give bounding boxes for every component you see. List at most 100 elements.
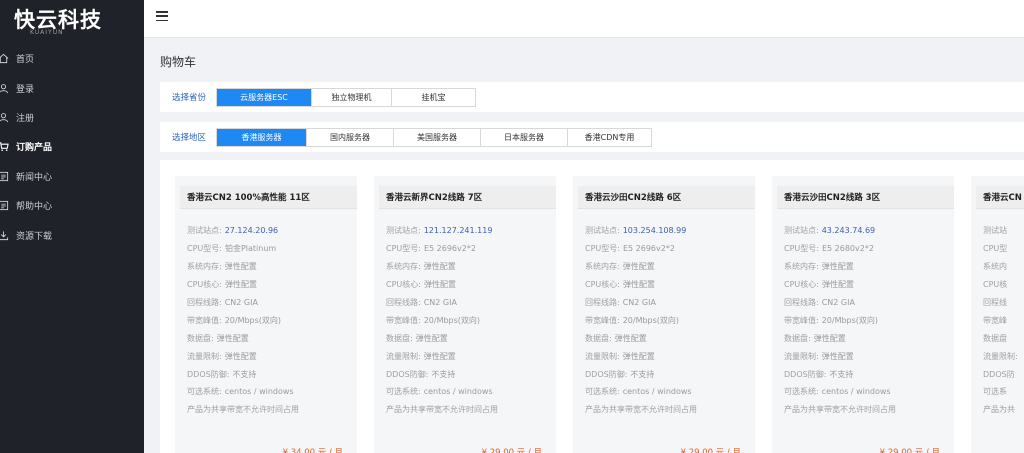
spec-value: centos / windows	[821, 387, 891, 397]
spec-key: 系统内存:	[784, 262, 819, 272]
spec-value: E5 2680v2*2	[821, 244, 874, 254]
area-option-japan[interactable]: 日本服务器	[480, 128, 568, 146]
area-option-domestic[interactable]: 国内服务器	[306, 128, 394, 146]
spec-value: 不支持	[431, 369, 456, 379]
spec-value: 弹性配置	[813, 333, 846, 343]
spec-row: 流量限制: 弹性配置	[585, 347, 755, 365]
region-filter: 选择省份 云服务器ESC 独立物理机 挂机宝	[160, 82, 1024, 112]
sidebar-item-register[interactable]: 注册	[0, 103, 144, 132]
spec-row: CPU型	[983, 240, 1024, 258]
product-card[interactable]: 香港云沙田CN2线路 6区测试站点: 103.254.108.99 CPU型号: E5…	[573, 176, 755, 453]
sidebar-item-downloads[interactable]: 资源下载	[0, 220, 144, 249]
sidebar-item-label: 新闻中心	[16, 172, 53, 183]
product-price[interactable]: ¥ 34.00 元 / 月	[283, 446, 343, 453]
area-option-hongkong[interactable]: 香港服务器	[217, 128, 307, 146]
product-title: 香港云CN2 100%高性能 11区	[180, 186, 357, 208]
area-filter: 选择地区 香港服务器 国内服务器 美国服务器 日本服务器 香港CDN专用	[160, 122, 1024, 152]
home-icon	[0, 53, 14, 64]
spec-key: CPU型号:	[386, 244, 421, 254]
product-card[interactable]: 香港云CN2 100%高性能 11区测试站点: 27.124.20.96 CPU型号…	[175, 176, 357, 453]
product-price[interactable]: ¥ 29.00 元 / 月	[681, 446, 741, 453]
region-option-hosting[interactable]: 挂机宝	[391, 88, 476, 106]
spec-value: 弹性配置	[423, 262, 456, 272]
test-site-ip[interactable]: 43.243.74.69	[822, 226, 875, 235]
area-option-hk-cdn[interactable]: 香港CDN专用	[567, 128, 652, 146]
spec-row: 流量限制:	[983, 347, 1024, 365]
spec-value: 弹性配置	[415, 333, 448, 343]
spec-row: CPU核心: 弹性配置	[585, 276, 755, 294]
spec-value: CN2 GIA	[423, 298, 457, 307]
spec-key: CPU型号:	[187, 244, 222, 254]
product-title: 香港云沙田CN2线路 6区	[578, 186, 755, 208]
page-title: 购物车	[160, 55, 197, 69]
top-bar	[144, 0, 1024, 38]
spec-row: 可选系统: centos / windows	[386, 383, 556, 401]
region-option-dedicated[interactable]: 独立物理机	[311, 88, 392, 106]
spec-row: 可选系统: centos / windows	[585, 383, 755, 401]
hamburger-icon[interactable]	[156, 10, 168, 22]
spec-key: 流量限制:	[784, 351, 819, 361]
product-title: 香港云新界CN2线路 7区	[379, 186, 556, 208]
spec-key: 带宽峰	[983, 315, 1007, 325]
product-card[interactable]: 香港云CN 测试站 CPU型 系统内 CPU核 回程线 带宽峰 数据盘 流量限制: DDOS防 可选…	[971, 176, 1024, 453]
product-specs: 测试站点: 103.254.108.99 CPU型号: E5 2696v2*2 系统内存…	[573, 222, 755, 419]
product-card[interactable]: 香港云沙田CN2线路 3区 测试站点: 43.243.74.69 CPU型号: E5 2…	[772, 176, 954, 453]
spec-value: 不支持	[232, 369, 257, 379]
spec-row: 系统内存: 弹性配置	[784, 258, 954, 276]
user-icon	[0, 112, 14, 123]
area-options: 香港服务器 国内服务器 美国服务器 日本服务器 香港CDN专用	[216, 127, 653, 147]
product-specs: 测试站点: 27.124.20.96 CPU型号: 铂金Platinum 系统内存: 弹性…	[175, 222, 357, 419]
logo-subtext: KUAIYUN	[30, 29, 64, 36]
product-specs: 测试站点: 121.127.241.119 CPU型号: E5 2696v2*2 系统内…	[374, 222, 556, 419]
spec-key: 数据盘:	[585, 333, 612, 343]
region-option-cloud-server[interactable]: 云服务器ESC	[217, 88, 312, 106]
sidebar-item-label: 首页	[16, 55, 35, 66]
spec-row: 带宽峰	[983, 311, 1024, 329]
spec-row: CPU型号: E5 2696v2*2	[386, 240, 556, 258]
area-option-usa[interactable]: 美国服务器	[393, 128, 481, 146]
spec-value: 弹性配置	[224, 262, 257, 272]
spec-key: 流量限制:	[585, 351, 620, 361]
sidebar-item-order[interactable]: 订购产品	[0, 132, 144, 161]
test-site-ip[interactable]: 27.124.20.96	[225, 226, 278, 235]
product-price[interactable]: ¥ 29.00 元 / 月	[482, 446, 542, 453]
spec-key: DDOS防御:	[187, 369, 230, 379]
spec-key: 带宽峰值:	[784, 315, 819, 325]
test-site-ip[interactable]: 121.127.241.119	[424, 226, 493, 235]
spec-key: 带宽峰值:	[187, 315, 222, 325]
area-filter-label: 选择地区	[172, 133, 207, 143]
spec-value: centos / windows	[224, 387, 294, 397]
sidebar-item-login[interactable]: 登录	[0, 73, 144, 102]
spec-key: CPU核心:	[784, 280, 819, 290]
spec-row: 测试站	[983, 222, 1024, 240]
spec-value: CN2 GIA	[622, 298, 656, 307]
spec-row: 产品为共享带宽不允许时间占用	[187, 401, 357, 419]
product-card[interactable]: 香港云新界CN2线路 7区 测试站点: 121.127.241.119 CPU型号: E…	[374, 176, 556, 453]
test-site-ip[interactable]: 103.254.108.99	[623, 226, 687, 235]
product-price[interactable]: ¥ 29.00 元 / 月	[880, 446, 940, 453]
spec-key: 系统内	[983, 262, 1007, 272]
spec-value: 弹性配置	[622, 262, 655, 272]
sidebar-item-home[interactable]: 首页	[0, 44, 144, 73]
logo[interactable]: 快云科技 KUAIYUN	[0, 0, 144, 38]
spec-row: 可选系	[983, 383, 1024, 401]
spec-value: 20/Mbps(双向)	[224, 315, 282, 325]
sidebar-item-help[interactable]: 帮助中心	[0, 191, 144, 220]
spec-key: 数据盘	[983, 333, 1007, 343]
spec-key: 带宽峰值:	[585, 315, 620, 325]
spec-value: 20/Mbps(双向)	[423, 315, 481, 325]
spec-row: DDOS防	[983, 365, 1024, 383]
spec-value: 弹性配置	[224, 280, 257, 290]
spec-value: 不支持	[829, 369, 854, 379]
sidebar-item-news[interactable]: 新闻中心	[0, 162, 144, 191]
spec-row: 系统内存: 弹性配置	[386, 258, 556, 276]
spec-key: 可选系统:	[585, 387, 620, 397]
product-title: 香港云沙田CN2线路 3区	[777, 186, 954, 208]
product-list: 香港云CN2 100%高性能 11区测试站点: 27.124.20.96 CPU型号…	[175, 176, 1024, 453]
spec-value: 弹性配置	[622, 351, 655, 361]
spec-key: DDOS防	[983, 369, 1015, 379]
spec-row: 可选系统: centos / windows	[784, 383, 954, 401]
spec-key: DDOS防御:	[585, 369, 628, 379]
spec-key: 系统内存:	[187, 262, 222, 272]
news-icon	[0, 171, 14, 182]
